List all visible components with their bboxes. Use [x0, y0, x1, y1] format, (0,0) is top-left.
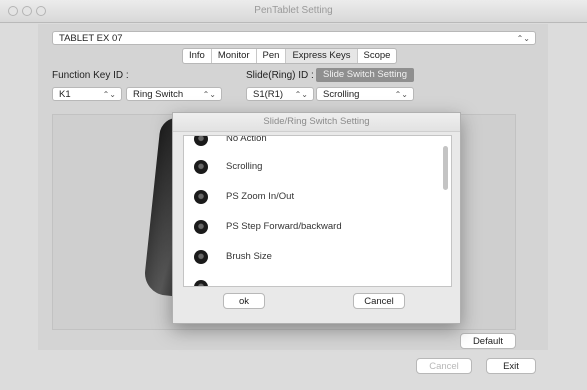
slide-ring-switch-dialog: Slide/Ring Switch Setting No Action Scro… — [172, 112, 461, 324]
list-scrollbar[interactable] — [443, 146, 448, 190]
default-button[interactable]: Default — [460, 333, 516, 349]
list-item-label: PS Step Forward/backward — [226, 221, 342, 232]
device-select-value: TABLET EX 07 — [59, 33, 123, 44]
exit-button[interactable]: Exit — [486, 358, 536, 374]
chevron-updown-icon: ⌃⌄ — [294, 90, 308, 99]
tab-pen[interactable]: Pen — [257, 49, 287, 63]
function-key-id-label: Function Key ID : — [52, 70, 129, 81]
key-type-select-value: Ring Switch — [133, 89, 184, 100]
list-item-label: No Action — [226, 135, 267, 144]
function-key-select-value: K1 — [59, 89, 71, 100]
tab-scope[interactable]: Scope — [358, 49, 397, 63]
action-icon — [194, 190, 208, 204]
ok-button[interactable]: ok — [223, 293, 265, 309]
title-bar: PenTablet Setting — [0, 0, 587, 23]
device-select[interactable]: TABLET EX 07 ⌃⌄ — [52, 31, 536, 45]
action-icon — [194, 280, 208, 286]
slide-ring-id-label: Slide(Ring) ID : — [246, 70, 314, 81]
tab-info[interactable]: Info — [183, 49, 212, 63]
tab-monitor[interactable]: Monitor — [212, 49, 257, 63]
slide-action-select[interactable]: Scrolling ⌃⌄ — [316, 87, 414, 101]
slide-ring-id-select[interactable]: S1(R1) ⌃⌄ — [246, 87, 314, 101]
slide-ring-id-select-value: S1(R1) — [253, 89, 284, 100]
slide-switch-setting-button[interactable]: Slide Switch Setting — [316, 68, 414, 82]
tab-express-keys[interactable]: Express Keys — [286, 49, 358, 63]
action-icon — [194, 136, 208, 146]
list-item-label: PS Zoom In/Out — [226, 191, 295, 202]
list-item-label: Scrolling — [226, 161, 263, 172]
action-icon — [194, 250, 208, 264]
function-key-select[interactable]: K1 ⌃⌄ — [52, 87, 122, 101]
action-icon — [194, 220, 208, 234]
action-list: No Action Scrolling PS Zoom In/Out PS St… — [183, 135, 452, 287]
chevron-updown-icon: ⌃⌄ — [102, 90, 116, 99]
chevron-updown-icon: ⌃⌄ — [394, 90, 408, 99]
chevron-updown-icon: ⌃⌄ — [516, 34, 530, 43]
key-type-select[interactable]: Ring Switch ⌃⌄ — [126, 87, 222, 101]
list-item-label: Brush Size — [226, 251, 272, 262]
dialog-title: Slide/Ring Switch Setting — [173, 113, 460, 132]
cancel-button[interactable]: Cancel — [416, 358, 472, 374]
slide-action-select-value: Scrolling — [323, 89, 360, 100]
action-icon — [194, 160, 208, 174]
dialog-cancel-button[interactable]: Cancel — [353, 293, 405, 309]
window-title: PenTablet Setting — [254, 5, 333, 16]
chevron-updown-icon: ⌃⌄ — [202, 90, 216, 99]
tab-bar: Info Monitor Pen Express Keys Scope — [182, 48, 398, 64]
